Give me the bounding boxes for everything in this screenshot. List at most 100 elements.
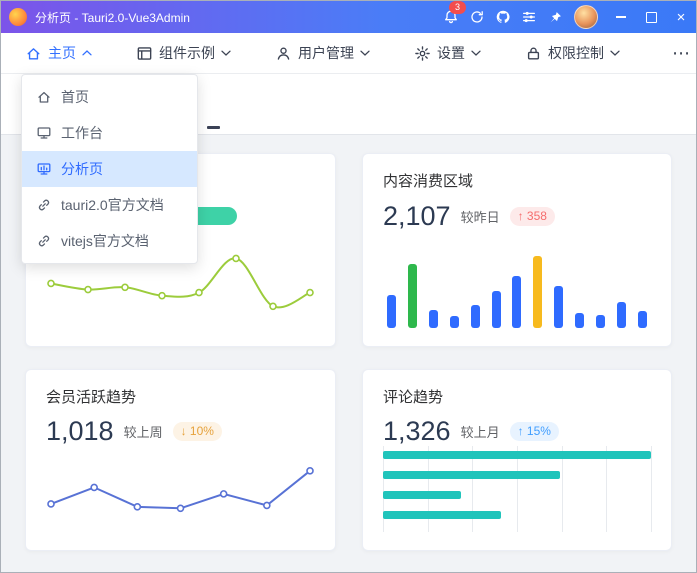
gear-icon bbox=[414, 45, 431, 62]
bar bbox=[387, 294, 396, 328]
github-icon[interactable] bbox=[490, 4, 516, 30]
point-marker bbox=[133, 503, 142, 511]
nav-item-label: 主页 bbox=[48, 45, 76, 61]
bar bbox=[533, 256, 543, 328]
sliders-icon[interactable] bbox=[516, 4, 542, 30]
bar bbox=[449, 316, 459, 328]
home-icon bbox=[36, 89, 52, 105]
gridline bbox=[651, 446, 652, 532]
app-logo-icon bbox=[9, 8, 27, 26]
nav-item-permissions[interactable]: 权限控制 bbox=[525, 43, 620, 63]
nav-item-label: 设置 bbox=[437, 45, 465, 61]
link-icon bbox=[36, 233, 52, 249]
bar bbox=[383, 511, 501, 520]
point-marker bbox=[158, 291, 166, 300]
dropdown-item-workbench[interactable]: 工作台 bbox=[22, 115, 197, 151]
chevron-down-icon bbox=[610, 50, 620, 56]
card-title: 会员活跃趋势 bbox=[46, 389, 137, 406]
point-marker bbox=[176, 504, 185, 513]
dropdown-item-label: 分析页 bbox=[61, 161, 103, 177]
nav-more-button[interactable]: ⋯ bbox=[664, 43, 696, 64]
bar-series bbox=[383, 446, 651, 520]
point-marker bbox=[195, 288, 203, 297]
compare-label: 较昨日 bbox=[460, 209, 500, 225]
point-marker bbox=[263, 501, 271, 510]
maximize-button[interactable] bbox=[636, 1, 666, 33]
user-avatar[interactable] bbox=[574, 5, 598, 29]
point-marker bbox=[47, 279, 55, 288]
nav-item-label: 用户管理 bbox=[298, 45, 354, 61]
nav-item-settings[interactable]: 设置 bbox=[414, 43, 481, 63]
analysis-icon bbox=[36, 161, 52, 177]
consumption-bar-chart bbox=[383, 236, 651, 328]
notification-bell-icon[interactable]: 3 bbox=[438, 1, 466, 30]
app-window: 分析页 - Tauri2.0-Vue3Admin 3 × 主页 组件示例 用户管… bbox=[0, 0, 697, 573]
bar bbox=[491, 291, 501, 328]
point-marker bbox=[232, 254, 240, 263]
bar bbox=[575, 313, 585, 328]
stat-badge: ↑ 358 bbox=[509, 206, 555, 226]
line-series bbox=[50, 469, 311, 510]
nav-item-components[interactable]: 组件示例 bbox=[136, 43, 231, 63]
card-title: 内容消费区域 bbox=[383, 173, 474, 190]
dropdown-item-home[interactable]: 首页 bbox=[22, 79, 197, 115]
bar bbox=[470, 305, 480, 328]
active-tab-indicator[interactable] bbox=[207, 126, 220, 129]
line-series bbox=[50, 257, 311, 309]
dropdown-item-label: vitejs官方文档 bbox=[61, 233, 149, 249]
chevron-down-icon bbox=[471, 50, 481, 56]
bar bbox=[554, 285, 564, 328]
point-marker bbox=[269, 302, 277, 311]
stat-card-comment: 评论趋势 1,326 较上月 ↑ 15% bbox=[362, 369, 672, 551]
nav-item-label: 权限控制 bbox=[548, 45, 604, 61]
window-title: 分析页 - Tauri2.0-Vue3Admin bbox=[35, 10, 190, 25]
chevron-down-icon bbox=[221, 50, 231, 56]
dropdown-item-label: 工作台 bbox=[61, 125, 103, 141]
point-marker bbox=[121, 283, 129, 292]
stat-badge: ↑ 15% bbox=[509, 421, 559, 441]
point-marker bbox=[219, 490, 228, 498]
chevron-down-icon bbox=[360, 50, 370, 56]
main-menu: 主页 组件示例 用户管理 设置 权限控制 ⋯ bbox=[1, 33, 696, 74]
dropdown-item-vitejs-docs[interactable]: vitejs官方文档 bbox=[22, 223, 197, 259]
link-icon bbox=[36, 197, 52, 213]
nav-item-home[interactable]: 主页 bbox=[25, 43, 92, 63]
bar bbox=[512, 275, 522, 328]
close-button[interactable]: × bbox=[666, 1, 696, 33]
dropdown-item-label: 首页 bbox=[61, 89, 89, 105]
refresh-icon[interactable] bbox=[464, 4, 490, 30]
point-marker bbox=[47, 500, 55, 508]
bar bbox=[383, 471, 560, 480]
lock-icon bbox=[525, 45, 542, 62]
member-line-chart bbox=[46, 446, 315, 532]
bar bbox=[616, 302, 626, 328]
bar bbox=[637, 311, 647, 328]
stat-card-consumption: 内容消费区域 2,107 较昨日 ↑ 358 bbox=[362, 153, 672, 347]
dropdown-item-label: tauri2.0官方文档 bbox=[61, 197, 164, 213]
bar bbox=[383, 491, 461, 500]
pin-icon[interactable] bbox=[542, 4, 568, 30]
stat-value: 2,107 bbox=[383, 200, 451, 231]
comment-hbar-chart bbox=[383, 446, 652, 532]
nav-item-users[interactable]: 用户管理 bbox=[275, 43, 370, 63]
dropdown-item-analysis[interactable]: 分析页 bbox=[22, 151, 197, 187]
bar bbox=[383, 451, 651, 460]
stat-value: 1,326 bbox=[383, 415, 451, 446]
card-title: 评论趋势 bbox=[383, 389, 444, 406]
home-dropdown-menu: 首页 工作台 分析页 tauri2.0官方文档 vitejs官方文档 bbox=[21, 74, 198, 264]
titlebar: 分析页 - Tauri2.0-Vue3Admin 3 × bbox=[1, 1, 696, 33]
point-marker bbox=[306, 467, 314, 475]
stat-card-member: 会员活跃趋势 1,018 较上周 ↓ 10% bbox=[25, 369, 336, 551]
compare-label: 较上周 bbox=[123, 424, 163, 440]
stat-badge: ↓ 10% bbox=[172, 421, 222, 441]
workbench-icon bbox=[36, 125, 52, 141]
point-marker bbox=[90, 483, 98, 492]
nav-item-label: 组件示例 bbox=[159, 45, 215, 61]
minimize-button[interactable] bbox=[606, 1, 636, 33]
bar bbox=[428, 309, 438, 328]
component-icon bbox=[136, 45, 153, 62]
home-icon bbox=[25, 45, 42, 62]
dropdown-item-tauri-docs[interactable]: tauri2.0官方文档 bbox=[22, 187, 197, 223]
point-marker bbox=[306, 288, 314, 297]
point-marker bbox=[84, 285, 92, 294]
